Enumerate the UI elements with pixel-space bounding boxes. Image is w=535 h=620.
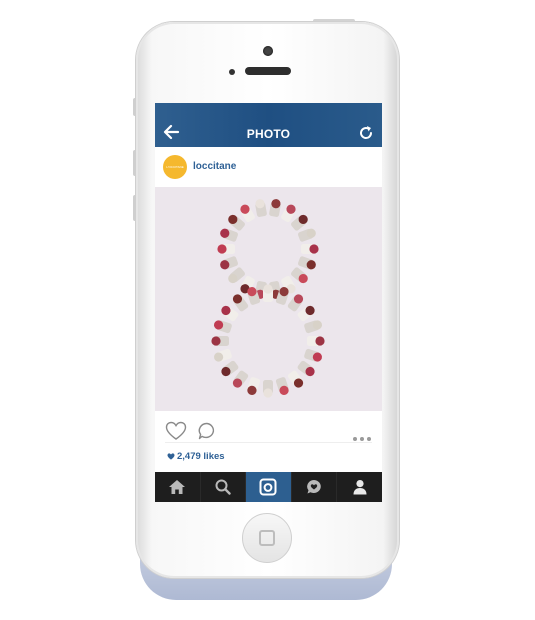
tab-activity[interactable]: [292, 472, 338, 502]
home-button[interactable]: [242, 513, 292, 563]
refresh-icon[interactable]: [356, 123, 376, 143]
tab-search[interactable]: [201, 472, 247, 502]
heart-icon[interactable]: [165, 421, 187, 441]
comment-icon[interactable]: [197, 421, 217, 441]
lipstick-shape: [211, 336, 229, 346]
lipstick-shape: [307, 336, 325, 346]
tab-home[interactable]: [155, 472, 201, 502]
search-icon: [215, 479, 231, 495]
lipstick-shape: [297, 305, 315, 322]
post-image[interactable]: [155, 187, 382, 411]
phone-screen: PHOTO L'OCCITANE loccitane 2,479 likes: [155, 103, 382, 502]
likes-count[interactable]: 2,479 likes: [167, 451, 225, 462]
tab-camera[interactable]: [246, 472, 292, 502]
earpiece-speaker: [245, 67, 291, 75]
lipstick-shape: [232, 294, 249, 312]
lipstick-shape: [220, 228, 238, 242]
camera-icon: [259, 478, 277, 496]
front-camera: [263, 46, 273, 56]
lipstick-shape: [220, 256, 238, 270]
lipstick-shape: [221, 360, 239, 377]
lipstick-shape: [304, 320, 323, 334]
post-header: L'OCCITANE loccitane: [155, 147, 382, 187]
lipstick-shape: [263, 380, 273, 398]
lipstick-shape: [287, 370, 304, 388]
lipstick-shape: [269, 199, 281, 217]
proximity-sensor: [229, 69, 235, 75]
lipstick-shape: [213, 348, 232, 362]
likes-heart-icon: [167, 453, 175, 460]
tab-profile[interactable]: [337, 472, 382, 502]
lipstick-shape: [287, 294, 304, 312]
divider: [165, 442, 372, 443]
lipstick-shape: [213, 320, 232, 334]
page-title: PHOTO: [246, 127, 291, 141]
home-icon: [169, 480, 186, 494]
activity-icon: [307, 480, 321, 494]
lipstick-shape: [217, 244, 235, 254]
lipstick-shape: [298, 256, 316, 270]
avatar[interactable]: L'OCCITANE: [163, 155, 187, 179]
lipstick-shape: [298, 228, 316, 242]
lipstick-shape: [255, 199, 267, 217]
lipstick-shape: [275, 377, 289, 396]
likes-label: 2,479 likes: [177, 451, 225, 462]
lipstick-shape: [247, 377, 261, 396]
lipstick-shape: [304, 348, 323, 362]
home-button-square-icon: [259, 530, 275, 546]
profile-icon: [353, 480, 367, 495]
lipstick-eight-illustration: [211, 199, 325, 398]
lipstick-shape: [301, 244, 319, 254]
lipstick-shape: [297, 360, 315, 377]
lipstick-shape: [263, 284, 273, 302]
lipstick-shape: [232, 370, 249, 388]
post-actions: [155, 411, 382, 451]
back-arrow-icon[interactable]: [161, 121, 183, 143]
tab-bar: [155, 472, 382, 502]
lipstick-shape: [221, 305, 239, 322]
avatar-logo-text: L'OCCITANE: [166, 165, 184, 169]
username-link[interactable]: loccitane: [193, 161, 236, 172]
app-header: PHOTO: [155, 103, 382, 147]
more-dots-icon[interactable]: [352, 429, 372, 441]
